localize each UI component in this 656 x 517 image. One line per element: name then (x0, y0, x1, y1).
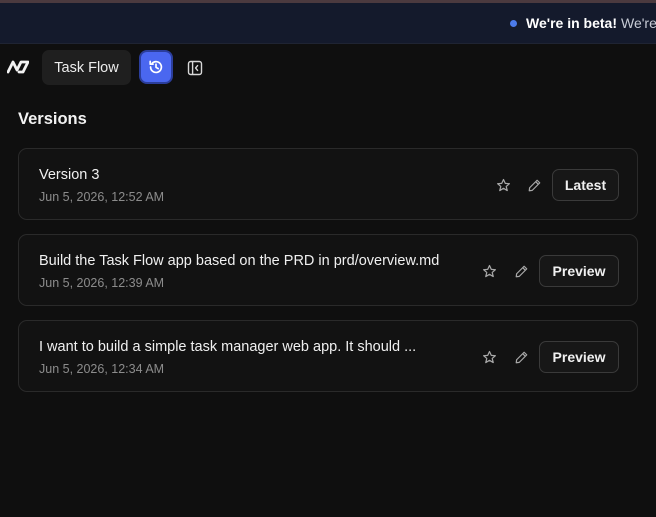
star-icon[interactable] (495, 177, 511, 193)
latest-button[interactable]: Latest (552, 169, 619, 201)
version-title: Build the Task Flow app based on the PRD… (39, 253, 440, 269)
preview-button[interactable]: Preview (539, 255, 619, 287)
version-timestamp: Jun 5, 2026, 12:39 AM (39, 276, 165, 290)
pencil-icon[interactable] (513, 349, 529, 365)
brand-logo-icon[interactable] (6, 60, 30, 74)
version-card[interactable]: Version 3 Jun 5, 2026, 12:52 AM Latest (18, 148, 638, 220)
sidebar-toggle-button[interactable] (184, 57, 206, 79)
preview-button[interactable]: Preview (539, 341, 619, 373)
history-icon (148, 59, 164, 75)
version-title: Version 3 (39, 167, 100, 183)
beta-banner-message: We're in beta! We're (510, 15, 656, 31)
beta-banner-strong: We're in beta! (526, 15, 617, 31)
version-card[interactable]: I want to build a simple task manager we… (18, 320, 638, 392)
sidebar-collapse-icon (187, 60, 203, 76)
pencil-icon[interactable] (513, 263, 529, 279)
status-dot-icon (510, 19, 517, 27)
pencil-icon[interactable] (526, 177, 542, 193)
beta-banner: We're in beta! We're (0, 3, 656, 44)
version-timestamp: Jun 5, 2026, 12:34 AM (39, 362, 165, 376)
version-history-button[interactable] (139, 50, 173, 84)
star-icon[interactable] (481, 263, 497, 279)
project-name-button[interactable]: Task Flow (42, 50, 131, 85)
version-card[interactable]: Build the Task Flow app based on the PRD… (18, 234, 638, 306)
version-timestamp: Jun 5, 2026, 12:52 AM (39, 190, 165, 204)
version-title: I want to build a simple task manager we… (39, 339, 417, 355)
versions-heading: Versions (18, 110, 87, 128)
star-icon[interactable] (481, 349, 497, 365)
toolbar: Task Flow (0, 48, 656, 88)
beta-banner-text: We're (620, 15, 656, 31)
